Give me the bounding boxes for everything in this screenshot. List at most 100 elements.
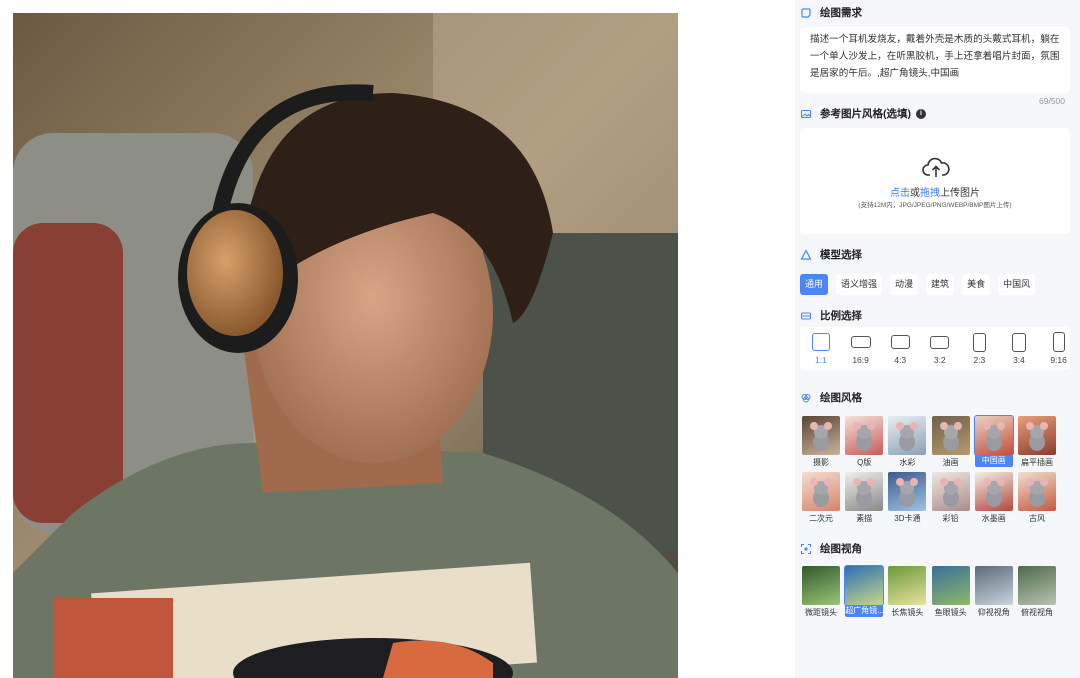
style-label: 油画 xyxy=(942,458,959,467)
ratio-option[interactable]: 3:4 xyxy=(999,327,1039,370)
view-option[interactable]: 超广角镜... xyxy=(844,565,885,618)
view-thumbnail xyxy=(888,566,927,605)
style-option[interactable]: 水彩 xyxy=(888,416,927,468)
model-option[interactable]: 通用 xyxy=(800,274,829,295)
ratio-option[interactable]: 3:2 xyxy=(920,327,960,370)
ratio-label: 1:1 xyxy=(815,355,827,365)
section-title-view: 绘图视角 xyxy=(800,541,862,556)
style-thumbnail xyxy=(1018,472,1056,511)
prompt-input[interactable]: 描述一个耳机发烧友，戴着外壳是木质的头戴式耳机，躺在一个单人沙发上，在听黑胶机，… xyxy=(800,27,1070,93)
style-option[interactable]: 油画 xyxy=(931,416,970,468)
style-option[interactable]: 摄影 xyxy=(802,416,840,468)
view-option[interactable]: 仰视视角 xyxy=(974,566,1013,618)
model-option[interactable]: 语义增强 xyxy=(836,274,883,295)
upload-dropzone[interactable]: 点击或拖拽上传图片 (支持12M内，JPG/JPEG/PNG/WEBP/BMP图… xyxy=(800,128,1070,234)
style-label: 彩铅 xyxy=(942,514,959,523)
ratio-label: 9:16 xyxy=(1050,355,1067,365)
view-thumbnail xyxy=(844,565,885,606)
ratio-label: 16:9 xyxy=(852,355,869,365)
style-thumbnail xyxy=(802,472,840,511)
style-option[interactable]: 水墨画 xyxy=(974,472,1013,524)
section-title-label: 模型选择 xyxy=(820,249,862,261)
style-label: 扁平插画 xyxy=(1021,458,1053,467)
upload-hint: (支持12M内，JPG/JPEG/PNG/WEBP/BMP图片上传) xyxy=(858,202,1012,209)
image-icon xyxy=(800,108,812,120)
ratio-icon xyxy=(800,310,812,322)
style-label: 中国画 xyxy=(974,455,1013,467)
prompt-icon xyxy=(800,7,812,19)
ratio-label: 4:3 xyxy=(894,355,907,365)
cloud-upload-icon xyxy=(922,156,950,185)
section-title-label: 参考图片风格(选填) xyxy=(820,108,911,120)
style-label: 3D卡通 xyxy=(894,514,921,523)
ratio-shape-icon xyxy=(1012,332,1026,352)
style-label: 古风 xyxy=(1029,514,1045,523)
style-thumbnail xyxy=(845,416,884,455)
canvas-area xyxy=(0,0,795,678)
view-label: 微距镜头 xyxy=(805,608,837,617)
style-thumbnail xyxy=(931,472,970,511)
section-title-model: 模型选择 xyxy=(800,247,862,262)
style-option[interactable]: 古风 xyxy=(1018,472,1056,524)
upload-drag-link[interactable]: 拖拽 xyxy=(920,188,940,199)
ratio-option[interactable]: 1:1 xyxy=(801,327,841,370)
upload-rest-text: 上传图片 xyxy=(940,188,980,199)
ratio-shape-icon xyxy=(1052,332,1065,352)
view-thumbnail xyxy=(974,566,1013,605)
view-option[interactable]: 微距镜头 xyxy=(802,566,840,618)
style-thumbnail xyxy=(802,416,840,455)
view-option[interactable]: 长焦镜头 xyxy=(888,566,927,618)
style-thumbnail xyxy=(931,416,970,455)
upload-click-link[interactable]: 点击 xyxy=(890,188,910,199)
ratio-shape-icon xyxy=(812,333,830,351)
ratio-shape-icon xyxy=(930,335,950,349)
view-thumbnail xyxy=(931,566,970,605)
section-title-label: 绘图需求 xyxy=(820,7,862,19)
style-option[interactable]: 二次元 xyxy=(802,472,840,524)
style-thumbnail xyxy=(1018,416,1056,455)
section-title-prompt: 绘图需求 xyxy=(800,5,862,20)
model-option[interactable]: 建筑 xyxy=(926,274,955,295)
style-option[interactable]: 扁平插画 xyxy=(1018,416,1056,468)
section-title-label: 绘图视角 xyxy=(820,543,862,555)
ratio-label: 3:4 xyxy=(1013,355,1025,365)
model-options: 通用 语义增强 动漫 建筑 美食 中国风 xyxy=(800,274,1036,295)
ratio-option[interactable]: 2:3 xyxy=(959,327,999,370)
style-option[interactable]: 彩铅 xyxy=(931,472,970,524)
style-option[interactable]: 中国画 xyxy=(973,415,1014,468)
section-title-label: 绘图风格 xyxy=(820,392,862,404)
section-title-label: 比例选择 xyxy=(820,310,862,322)
style-option[interactable]: 3D卡通 xyxy=(888,472,927,524)
ratio-option[interactable]: 4:3 xyxy=(880,327,920,370)
upload-instruction: 点击或拖拽上传图片 xyxy=(800,184,1070,199)
prompt-text: 描述一个耳机发烧友，戴着外壳是木质的头戴式耳机，躺在一个单人沙发上，在听黑胶机，… xyxy=(810,34,1060,79)
style-thumbnail xyxy=(974,472,1013,511)
view-option[interactable]: 俯视视角 xyxy=(1018,566,1056,618)
style-thumbnail xyxy=(973,415,1014,456)
model-option[interactable]: 中国风 xyxy=(998,274,1036,295)
ratio-option[interactable]: 9:16 xyxy=(1039,327,1079,370)
view-label: 仰视视角 xyxy=(977,608,1010,617)
ratio-option[interactable]: 16:9 xyxy=(841,327,881,370)
style-option[interactable]: 素描 xyxy=(845,472,884,524)
section-title-style: 绘图风格 xyxy=(800,390,862,405)
ratio-shape-icon xyxy=(890,335,910,349)
model-option[interactable]: 动漫 xyxy=(890,274,919,295)
palette-icon xyxy=(800,392,812,404)
focus-icon xyxy=(800,543,812,555)
style-label: Q版 xyxy=(857,458,872,467)
view-option[interactable]: 鱼眼镜头 xyxy=(931,566,970,618)
view-thumbnail xyxy=(1018,566,1056,605)
style-label: 素描 xyxy=(856,514,873,523)
style-label: 摄影 xyxy=(813,458,829,467)
ratio-label: 2:3 xyxy=(973,355,986,365)
model-option[interactable]: 美食 xyxy=(962,274,991,295)
style-option[interactable]: Q版 xyxy=(845,416,884,468)
triangle-icon xyxy=(800,248,812,261)
upload-or-text: 或 xyxy=(910,188,920,199)
style-label: 水彩 xyxy=(899,458,916,467)
info-icon[interactable]: i xyxy=(916,108,926,119)
generated-image[interactable] xyxy=(13,13,678,678)
view-label: 超广角镜... xyxy=(845,605,884,617)
view-thumbnail xyxy=(802,566,840,605)
